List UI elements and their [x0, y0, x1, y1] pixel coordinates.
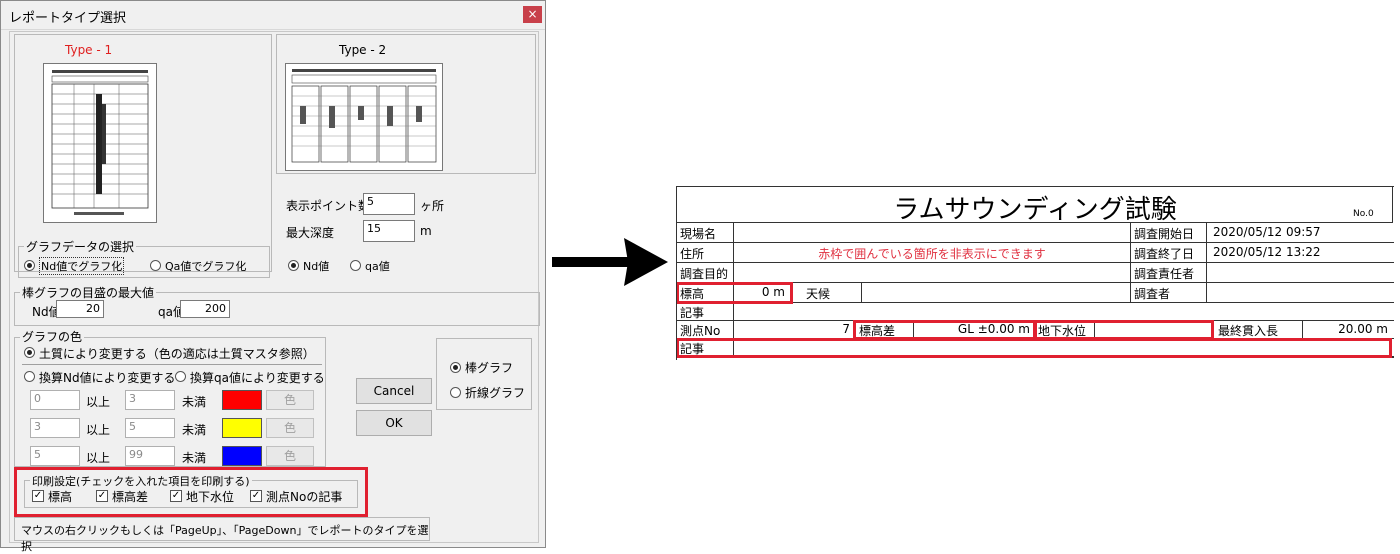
- color-row-1: 0 以上 3 未満 色: [10, 390, 330, 414]
- color-swatch-blue: [222, 446, 262, 466]
- address-label: 住所: [677, 243, 734, 263]
- color-to-input[interactable]: 3: [125, 390, 175, 410]
- color-from-input[interactable]: 5: [30, 446, 80, 466]
- elevation-highlight: [677, 282, 793, 304]
- max-depth-input[interactable]: 15: [363, 220, 415, 242]
- display-points-input[interactable]: 5: [363, 193, 415, 215]
- type2-preview-image: [291, 69, 437, 163]
- nd-max-input[interactable]: 20: [56, 300, 104, 318]
- report-preview: ラムサウンディング試験 No.0 現場名 調査開始日 2020/05/12 09…: [676, 186, 1394, 360]
- color-to-unit: 未満: [182, 395, 207, 409]
- weather-value: [862, 283, 1131, 303]
- bar-graph-radio[interactable]: [450, 362, 461, 373]
- close-button[interactable]: ×: [523, 6, 542, 23]
- right-arrow-icon: [552, 238, 668, 286]
- qa-change-radio[interactable]: [175, 371, 186, 382]
- point-no-label: 測点No: [677, 321, 734, 339]
- color-from-input[interactable]: 0: [30, 390, 80, 410]
- display-points-unit: ヶ所: [420, 199, 445, 213]
- color-separator: [22, 364, 322, 365]
- color-to-unit: 未満: [182, 423, 207, 437]
- display-points-label: 表示ポイント数: [286, 199, 371, 213]
- status-bar: マウスの右クリックもしくは「PageUp」、「PageDown」でレポートのタイ…: [14, 517, 430, 553]
- max-depth-label: 最大深度: [286, 226, 335, 240]
- dialog-client: Type - 1 Type - 2 表示ポイント数 5 ヶ所 最大深度 15 m…: [9, 31, 540, 553]
- final-length-value: 20.00 m: [1303, 321, 1394, 339]
- type1-label: Type - 1: [65, 43, 113, 57]
- color-from-unit: 以上: [86, 395, 111, 409]
- max-depth-unit: m: [420, 224, 432, 238]
- status-text: マウスの右クリックもしくは「PageUp」、「PageDown」でレポートのタイ…: [21, 524, 429, 553]
- color-to-input[interactable]: 5: [125, 418, 175, 438]
- qa-value-radio[interactable]: [350, 260, 361, 271]
- start-date-value: 2020/05/12 09:57: [1207, 223, 1394, 243]
- color-from-input[interactable]: 3: [30, 418, 80, 438]
- graph-color-group-label: グラフの色: [20, 328, 85, 345]
- type1-preview-image: [51, 70, 149, 215]
- weather-label: 天候: [792, 283, 862, 303]
- color-to-input[interactable]: 99: [125, 446, 175, 466]
- end-date-label: 調査終了日: [1131, 243, 1207, 263]
- surveyor-label: 調査者: [1131, 283, 1207, 303]
- purpose-value: [734, 263, 1131, 283]
- remarks-value: [734, 303, 1394, 321]
- manager-value: [1207, 263, 1394, 283]
- qa-value-radio-label: qa値: [365, 260, 390, 273]
- nd-change-radio[interactable]: [24, 371, 35, 382]
- type1-thumbnail[interactable]: [43, 63, 157, 223]
- type2-label: Type - 2: [339, 43, 387, 57]
- report-type-dialog: レポートタイプ選択 × Type - 1 Type - 2 表示ポイント数 5 …: [0, 0, 546, 553]
- line-graph-radio-label: 折線グラフ: [465, 386, 526, 400]
- bar-max-group-label: 棒グラフの目盛の最大値: [20, 284, 157, 301]
- color-button[interactable]: 色: [266, 390, 314, 410]
- report-number: No.0: [1353, 209, 1374, 219]
- line-graph-radio[interactable]: [450, 387, 461, 398]
- nd-graph-radio-label: Nd値でグラフ化: [39, 257, 125, 275]
- qa-change-radio-label: 換算qa値により変更する: [190, 371, 325, 385]
- color-button[interactable]: 色: [266, 418, 314, 438]
- soil-color-radio-label: 土質により変更する（色の適応は土質マスタ参照）: [39, 347, 315, 361]
- final-length-label: 最終貫入長: [1213, 321, 1303, 339]
- cancel-button[interactable]: Cancel: [356, 378, 432, 404]
- remarks-label: 記事: [677, 303, 734, 321]
- start-date-label: 調査開始日: [1131, 223, 1207, 243]
- elev-diff-highlight: [853, 320, 1036, 340]
- nd-change-radio-label: 換算Nd値により変更する: [39, 371, 176, 385]
- bar-graph-radio-label: 棒グラフ: [465, 361, 514, 375]
- color-from-unit: 以上: [86, 423, 111, 437]
- groundwater-highlight: [1034, 320, 1214, 340]
- point-no-value: 7: [734, 321, 854, 339]
- color-swatch-yellow: [222, 418, 262, 438]
- site-name-label: 現場名: [677, 223, 734, 243]
- remarks2-highlight: [677, 338, 1392, 358]
- qa-graph-radio[interactable]: [150, 260, 161, 271]
- nd-value-radio-label: Nd値: [303, 260, 330, 273]
- title-bar: レポートタイプ選択 ×: [1, 1, 545, 30]
- print-settings-highlight: [14, 467, 368, 517]
- type1-panel[interactable]: Type - 1: [14, 34, 272, 272]
- ok-button[interactable]: OK: [356, 410, 432, 436]
- purpose-label: 調査目的: [677, 263, 734, 283]
- end-date-value: 2020/05/12 13:22: [1207, 243, 1394, 263]
- type2-panel[interactable]: Type - 2: [276, 34, 536, 174]
- qa-graph-radio-label: Qa値でグラフ化: [165, 260, 247, 273]
- address-note: 赤枠で囲んでいる箇所を非表示にできます: [734, 243, 1131, 263]
- color-from-unit: 以上: [86, 451, 111, 465]
- color-row-2: 3 以上 5 未満 色: [10, 418, 330, 442]
- color-button[interactable]: 色: [266, 446, 314, 466]
- report-title: ラムサウンディング試験: [893, 195, 1177, 225]
- qa-max-input[interactable]: 200: [180, 300, 230, 318]
- report-header: ラムサウンディング試験 No.0: [677, 187, 1393, 225]
- manager-label: 調査責任者: [1131, 263, 1207, 283]
- type2-thumbnail[interactable]: [285, 63, 443, 171]
- color-to-unit: 未満: [182, 451, 207, 465]
- color-swatch-red: [222, 390, 262, 410]
- site-name-value: [734, 223, 1131, 243]
- nd-graph-radio[interactable]: [24, 260, 35, 271]
- graph-data-group-label: グラフデータの選択: [24, 238, 137, 255]
- dialog-title: レポートタイプ選択: [9, 11, 127, 26]
- nd-value-radio[interactable]: [288, 260, 299, 271]
- surveyor-value: [1207, 283, 1394, 303]
- soil-color-radio[interactable]: [24, 347, 35, 358]
